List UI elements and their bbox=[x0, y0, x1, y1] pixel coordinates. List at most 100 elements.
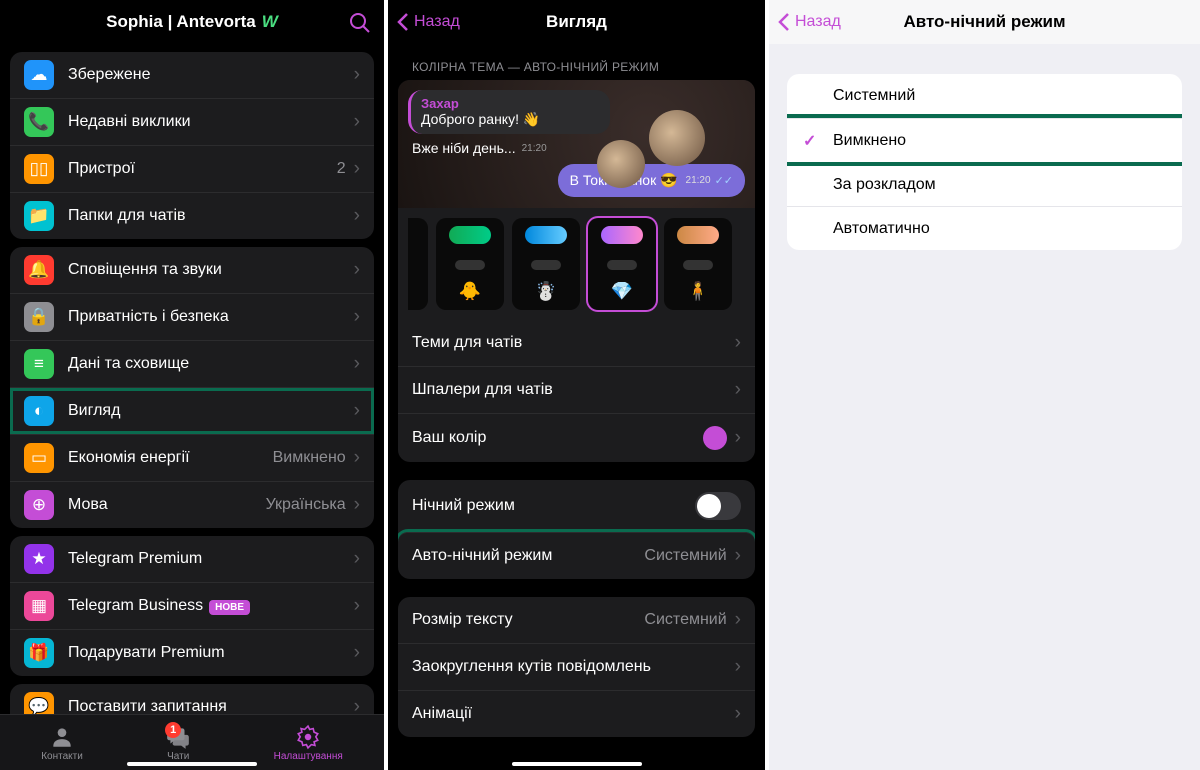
settings-row[interactable]: 📁Папки для чатів› bbox=[10, 192, 374, 239]
back-button[interactable]: Назад bbox=[777, 12, 841, 32]
settings-row[interactable]: ☁Збережене› bbox=[10, 52, 374, 98]
header-title: Авто-нічний режим bbox=[903, 12, 1065, 32]
chevron-right-icon: › bbox=[354, 64, 360, 86]
appearance-row[interactable]: Шпалери для чатів› bbox=[398, 366, 755, 413]
row-icon: ★ bbox=[24, 544, 54, 574]
theme-option[interactable]: 🧍 bbox=[664, 218, 732, 310]
settings-row[interactable]: ▭Економія енергіїВимкнено› bbox=[10, 434, 374, 481]
option-label: За розкладом bbox=[833, 176, 1166, 194]
tab-contacts[interactable]: Контакти bbox=[41, 724, 83, 762]
chevron-right-icon: › bbox=[354, 400, 360, 422]
back-label: Назад bbox=[795, 13, 841, 31]
row-label: Подарувати Premium bbox=[68, 644, 354, 662]
settings-row[interactable]: 🔒Приватність і безпека› bbox=[10, 293, 374, 340]
row-icon: 💬 bbox=[24, 692, 54, 714]
chevron-right-icon: › bbox=[735, 332, 741, 354]
account-name: Sophia | Antevorta bbox=[106, 12, 256, 32]
option-label: Автоматично bbox=[833, 220, 1166, 238]
row-label: Приватність і безпека bbox=[68, 308, 354, 326]
row-label: Сповіщення та звуки bbox=[68, 261, 354, 279]
row-label: Пристрої bbox=[68, 160, 337, 178]
text-row[interactable]: Розмір текстуСистемний› bbox=[398, 597, 755, 643]
text-row[interactable]: Заокруглення кутів повідомлень› bbox=[398, 643, 755, 690]
settings-row[interactable]: 💬Поставити запитання› bbox=[10, 684, 374, 714]
option-row[interactable]: Системний bbox=[787, 74, 1182, 118]
header-title: Вигляд bbox=[546, 12, 607, 32]
option-row[interactable]: За розкладом bbox=[787, 162, 1182, 206]
wallpaper-decor bbox=[597, 140, 645, 188]
theme-option[interactable]: ☃️ bbox=[512, 218, 580, 310]
back-label: Назад bbox=[414, 13, 460, 31]
row-label: Збережене bbox=[68, 66, 354, 84]
timestamp: 21:20 bbox=[686, 175, 711, 186]
settings-list[interactable]: ☁Збережене›📞Недавні виклики›▯▯Пристрої2›… bbox=[0, 44, 384, 714]
toggle[interactable] bbox=[695, 492, 741, 520]
theme-option[interactable]: 💎 bbox=[588, 218, 656, 310]
chevron-right-icon: › bbox=[354, 548, 360, 570]
settings-row[interactable]: ▦Telegram BusinessНОВЕ› bbox=[10, 582, 374, 629]
option-row[interactable]: ✓Вимкнено bbox=[787, 118, 1182, 162]
chevron-right-icon: › bbox=[354, 696, 360, 714]
option-row[interactable]: Автоматично bbox=[787, 206, 1182, 250]
appearance-screen: Назад Вигляд КОЛІРНА ТЕМА — АВТО-НІЧНИЙ … bbox=[384, 0, 769, 770]
settings-row[interactable]: ≡Дані та сховище› bbox=[10, 340, 374, 387]
settings-row[interactable]: ★ Telegram Premium› bbox=[10, 536, 374, 582]
search-button[interactable] bbox=[348, 11, 370, 38]
appearance-content[interactable]: КОЛІРНА ТЕМА — АВТО-НІЧНИЙ РЕЖИМ Захар Д… bbox=[388, 44, 765, 770]
night-mode-group: Нічний режим Авто-нічний режимСистемний› bbox=[398, 480, 755, 579]
row-label: Telegram BusinessНОВЕ bbox=[68, 597, 354, 615]
timestamp: 21:20 bbox=[522, 143, 547, 154]
night-row[interactable]: Нічний режим bbox=[398, 480, 755, 532]
chevron-right-icon: › bbox=[735, 427, 741, 449]
row-label: Папки для чатів bbox=[68, 207, 354, 225]
chevron-right-icon: › bbox=[735, 545, 741, 567]
settings-row[interactable]: ◐Вигляд› bbox=[10, 387, 374, 434]
settings-icon bbox=[295, 724, 321, 750]
text-row[interactable]: Анімації› bbox=[398, 690, 755, 737]
row-icon: ≡ bbox=[24, 349, 54, 379]
row-label: Авто-нічний режим bbox=[412, 547, 644, 565]
row-icon: ▭ bbox=[24, 443, 54, 473]
row-detail: Вимкнено bbox=[273, 449, 346, 467]
appearance-row[interactable]: Ваш колір› bbox=[398, 413, 755, 462]
row-icon: 📞 bbox=[24, 107, 54, 137]
chevron-right-icon: › bbox=[354, 447, 360, 469]
header: Sophia | Antevorta W bbox=[0, 0, 384, 44]
chevron-right-icon: › bbox=[354, 642, 360, 664]
settings-row[interactable]: 🔔Сповіщення та звуки› bbox=[10, 247, 374, 293]
sender-name: Захар bbox=[421, 96, 600, 111]
settings-row[interactable]: ▯▯Пристрої2› bbox=[10, 145, 374, 192]
tab-chats[interactable]: 1 Чати bbox=[165, 724, 191, 762]
theme-selector: 🐥 ☃️ 💎 🧍 bbox=[398, 208, 755, 320]
theme-option[interactable] bbox=[408, 218, 428, 310]
chevron-left-icon bbox=[777, 12, 791, 32]
chevron-right-icon: › bbox=[354, 158, 360, 180]
tab-settings[interactable]: Налаштування bbox=[274, 724, 343, 762]
contacts-icon bbox=[49, 724, 75, 750]
theme-option[interactable]: 🐥 bbox=[436, 218, 504, 310]
chevron-right-icon: › bbox=[735, 656, 741, 678]
settings-row[interactable]: 📞Недавні виклики› bbox=[10, 98, 374, 145]
settings-row[interactable]: 🎁Подарувати Premium› bbox=[10, 629, 374, 676]
header: Назад Вигляд bbox=[388, 0, 765, 44]
row-label: Вигляд bbox=[68, 402, 354, 420]
row-label: Telegram Premium bbox=[68, 550, 354, 568]
night-row[interactable]: Авто-нічний режимСистемний› bbox=[398, 532, 755, 579]
chevron-right-icon: › bbox=[735, 609, 741, 631]
chevron-right-icon: › bbox=[354, 111, 360, 133]
wallpaper-decor bbox=[649, 110, 705, 166]
bubble-text: Доброго ранку! 👋 bbox=[421, 111, 600, 128]
auto-night-screen: Назад Авто-нічний режим Системний✓Вимкне… bbox=[769, 0, 1200, 770]
chevron-right-icon: › bbox=[735, 379, 741, 401]
settings-row[interactable]: ⊕МоваУкраїнська› bbox=[10, 481, 374, 528]
theme-emoji-icon: ☃️ bbox=[535, 281, 557, 302]
appearance-row[interactable]: Теми для чатів› bbox=[398, 320, 755, 366]
back-button[interactable]: Назад bbox=[396, 12, 460, 32]
theme-emoji-icon: 🧍 bbox=[687, 281, 709, 302]
check-icon: ✓ bbox=[803, 131, 816, 151]
chevron-right-icon: › bbox=[735, 703, 741, 725]
chevron-left-icon bbox=[396, 12, 410, 32]
row-label: Нічний режим bbox=[412, 497, 695, 515]
theme-emoji-icon: 💎 bbox=[611, 281, 633, 302]
settings-screen: Sophia | Antevorta W ☁Збережене›📞Недавні… bbox=[0, 0, 384, 770]
